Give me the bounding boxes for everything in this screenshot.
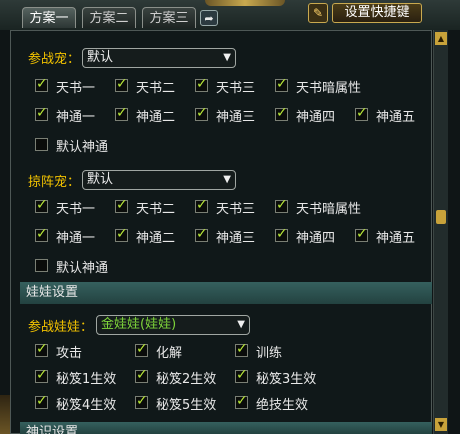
- checkbox[interactable]: ✓: [115, 105, 128, 121]
- checkbox-label: 训练: [256, 346, 283, 361]
- spirit-settings-header: 神识设置: [20, 422, 432, 434]
- checkbox-label: 秘笈5生效: [156, 398, 217, 413]
- checkbox[interactable]: ✓: [135, 341, 148, 357]
- checkbox[interactable]: ✓: [115, 76, 128, 92]
- checkbox[interactable]: ✓: [195, 226, 208, 242]
- checkbox[interactable]: ✓: [275, 197, 288, 213]
- chevron-down-icon: ▼: [223, 174, 231, 185]
- checkbox-label: 神通三: [216, 110, 256, 125]
- scroll-down-icon[interactable]: ▼: [435, 418, 447, 431]
- checkbox-label: 神通五: [376, 110, 416, 125]
- battle-doll-label: 参战娃娃：: [28, 320, 94, 335]
- checkbox[interactable]: ✓: [35, 341, 48, 357]
- scroll-thumb[interactable]: [436, 210, 446, 224]
- checkbox[interactable]: ✓: [135, 393, 148, 409]
- checkbox-label: 天书三: [216, 81, 256, 96]
- checkbox[interactable]: ✓: [235, 367, 248, 383]
- checkbox-label: 天书一: [56, 81, 96, 96]
- battle-doll-dropdown[interactable]: 金娃娃(娃娃) ▼: [96, 315, 250, 335]
- checkbox-label: 天书二: [136, 202, 176, 217]
- checkbox[interactable]: ✓: [355, 105, 368, 121]
- formation-pet-label: 掠阵宠：: [28, 175, 81, 190]
- checkbox[interactable]: ✓: [135, 367, 148, 383]
- checkbox-label: 神通四: [296, 231, 336, 246]
- formation-pet-dropdown[interactable]: 默认 ▼: [82, 170, 236, 190]
- checkbox-label: 天书二: [136, 81, 176, 96]
- checkbox[interactable]: ✓: [275, 105, 288, 121]
- chevron-down-icon: ▼: [223, 52, 231, 63]
- doll-settings-header: 娃娃设置: [20, 282, 432, 304]
- checkbox-label: 神通四: [296, 110, 336, 125]
- battle-doll-selected: 金娃娃(娃娃): [101, 317, 177, 332]
- formation-pet-selected: 默认: [87, 172, 114, 187]
- checkbox[interactable]: ✓: [35, 226, 48, 242]
- checkbox-label: 神通三: [216, 231, 256, 246]
- checkbox-label: 天书暗属性: [296, 202, 362, 217]
- checkbox[interactable]: ✓: [115, 197, 128, 213]
- checkbox[interactable]: ✓: [195, 197, 208, 213]
- battle-pet-selected: 默认: [87, 50, 114, 65]
- checkbox[interactable]: ✓: [35, 367, 48, 383]
- checkbox[interactable]: ✓: [235, 341, 248, 357]
- checkbox[interactable]: ✓: [35, 105, 48, 121]
- checkbox-label: 秘笈3生效: [256, 372, 317, 387]
- checkbox-label: 绝技生效: [256, 398, 309, 413]
- battle-pet-label: 参战宠：: [28, 52, 81, 67]
- checkbox-label: 神通二: [136, 231, 176, 246]
- checkbox[interactable]: ✓: [275, 76, 288, 92]
- default-skill-label: 默认神通: [56, 261, 109, 276]
- checkbox[interactable]: ✓: [275, 226, 288, 242]
- checkbox-label: 神通二: [136, 110, 176, 125]
- battle-pet-dropdown[interactable]: 默认 ▼: [82, 48, 236, 68]
- checkbox[interactable]: ✓: [115, 226, 128, 242]
- checkbox-label: 化解: [156, 346, 183, 361]
- scroll-up-icon[interactable]: ▲: [435, 32, 447, 45]
- checkbox[interactable]: ✓: [35, 393, 48, 409]
- checkbox-label: 神通一: [56, 110, 96, 125]
- checkbox-label: 天书暗属性: [296, 81, 362, 96]
- default-skill-checkbox[interactable]: [35, 138, 48, 151]
- vertical-scrollbar[interactable]: ▲ ▼: [433, 30, 448, 434]
- checkbox-label: 神通五: [376, 231, 416, 246]
- checkbox[interactable]: ✓: [195, 76, 208, 92]
- chevron-down-icon: ▼: [237, 319, 245, 330]
- checkbox-label: 秘笈4生效: [56, 398, 117, 413]
- checkbox-label: 神通一: [56, 231, 96, 246]
- settings-content: 参战宠： 默认 ▼ ✓ 天书一 ✓ 天书二 ✓ 天书三 ✓ 天书暗属性 ✓ 神通…: [0, 0, 460, 434]
- checkbox-label: 天书三: [216, 202, 256, 217]
- checkbox[interactable]: ✓: [355, 226, 368, 242]
- default-skill-label: 默认神通: [56, 140, 109, 155]
- checkbox-label: 秘笈1生效: [56, 372, 117, 387]
- checkbox-label: 攻击: [56, 346, 83, 361]
- checkbox-label: 秘笈2生效: [156, 372, 217, 387]
- checkbox[interactable]: ✓: [35, 197, 48, 213]
- default-skill-checkbox[interactable]: [35, 259, 48, 272]
- checkbox-label: 天书一: [56, 202, 96, 217]
- checkbox[interactable]: ✓: [35, 76, 48, 92]
- checkbox[interactable]: ✓: [235, 393, 248, 409]
- checkbox[interactable]: ✓: [195, 105, 208, 121]
